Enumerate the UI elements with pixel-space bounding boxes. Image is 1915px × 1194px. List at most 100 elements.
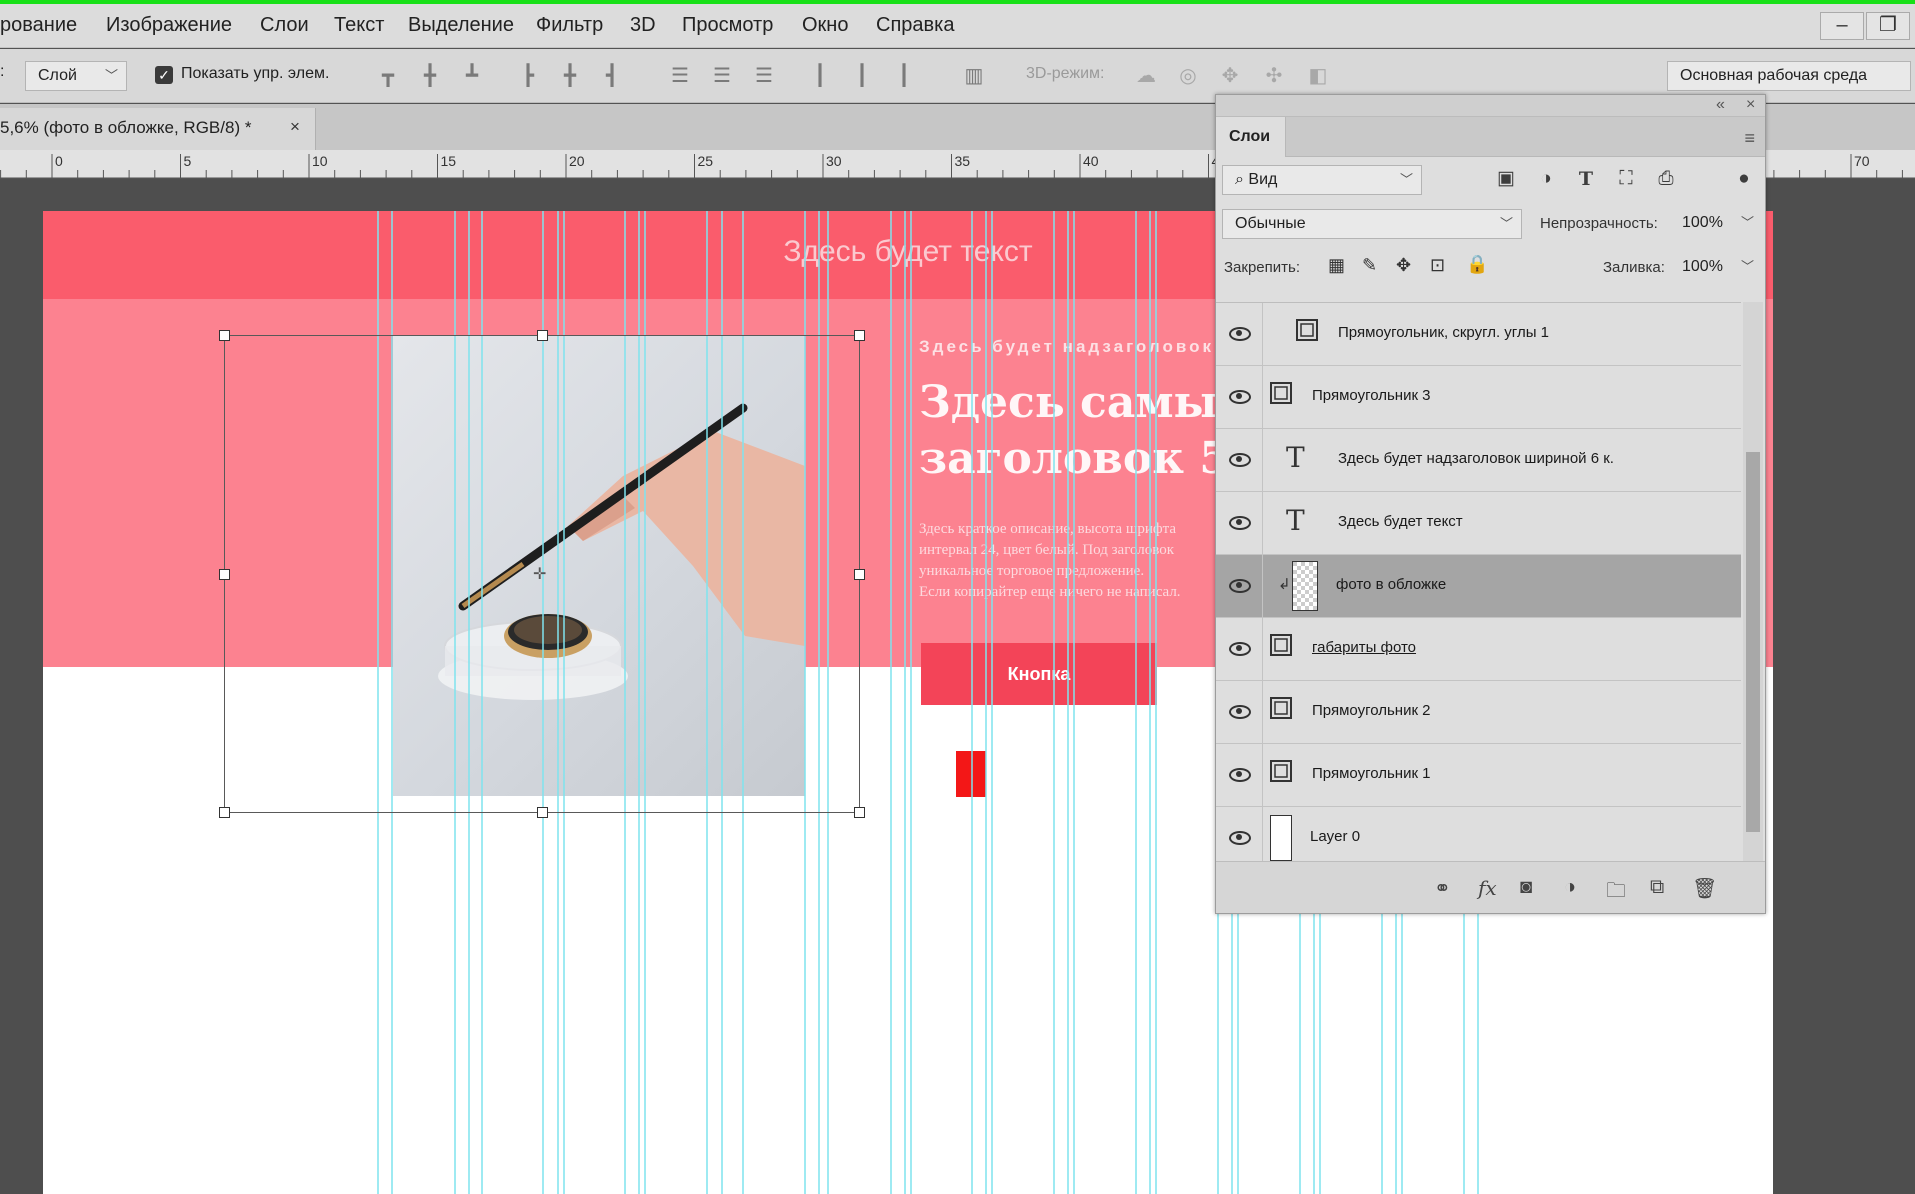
align-hcenter-icon[interactable]: ╋: [558, 64, 582, 88]
menu-help[interactable]: Справка: [876, 14, 954, 37]
lock-artboard-icon[interactable]: ⊡: [1430, 255, 1445, 276]
auto-align-icon[interactable]: ▥: [962, 64, 986, 88]
link-layers-icon[interactable]: ⚭: [1434, 876, 1451, 901]
auto-select-dropdown[interactable]: Слой ﹀: [25, 61, 127, 91]
eye-icon[interactable]: [1228, 324, 1251, 341]
workspace-dropdown[interactable]: Основная рабочая среда: [1667, 61, 1911, 91]
distribute-hcenter-icon[interactable]: ┃: [850, 64, 874, 88]
lock-image-icon[interactable]: ✎: [1362, 255, 1377, 276]
align-bottom-icon[interactable]: ┻: [460, 64, 484, 88]
layer-row[interactable]: Прямоугольник 2: [1216, 681, 1741, 744]
filter-shape-icon[interactable]: ⛶: [1614, 167, 1638, 191]
eye-icon[interactable]: [1228, 576, 1251, 593]
new-adjustment-icon[interactable]: ◑: [1564, 876, 1576, 899]
lock-transparency-icon[interactable]: ▦: [1328, 255, 1345, 276]
collapse-panel-icon[interactable]: «: [1716, 96, 1725, 114]
layer-name[interactable]: Прямоугольник 3: [1312, 387, 1431, 404]
filter-type-icon[interactable]: T: [1574, 167, 1598, 191]
distribute-top-icon[interactable]: ☰: [668, 64, 692, 88]
transform-handle-bottom-right[interactable]: [854, 807, 865, 818]
eye-icon[interactable]: [1228, 450, 1251, 467]
scale-3d-icon[interactable]: ◧: [1306, 64, 1330, 88]
eye-icon[interactable]: [1228, 702, 1251, 719]
layer-name[interactable]: Здесь будет надзаголовок шириной 6 к.: [1338, 450, 1614, 467]
layer-list-scrollbar[interactable]: [1743, 302, 1763, 861]
minimize-button[interactable]: –: [1820, 12, 1864, 40]
distribute-left-icon[interactable]: ┃: [808, 64, 832, 88]
transform-handle-top-right[interactable]: [854, 330, 865, 341]
align-top-icon[interactable]: ┳: [376, 64, 400, 88]
opacity-field[interactable]: 100% ﹀: [1678, 209, 1762, 239]
menu-view[interactable]: Просмотр: [682, 14, 773, 37]
drag-3d-icon[interactable]: ✥: [1218, 64, 1242, 88]
trash-icon[interactable]: 🗑: [1692, 876, 1717, 901]
banner-cta-button[interactable]: Кнопка: [921, 643, 1157, 705]
menu-layers[interactable]: Слои: [260, 14, 309, 37]
layer-row-selected[interactable]: ↲ фото в обложке: [1216, 555, 1741, 618]
eye-icon[interactable]: [1228, 387, 1251, 404]
align-left-icon[interactable]: ┣: [516, 64, 540, 88]
distribute-right-icon[interactable]: ┃: [892, 64, 916, 88]
align-right-icon[interactable]: ┫: [600, 64, 624, 88]
roll-3d-icon[interactable]: ◎: [1176, 64, 1200, 88]
eye-icon[interactable]: [1228, 639, 1251, 656]
filter-toggle-icon[interactable]: ●: [1732, 167, 1756, 191]
filter-adjustment-icon[interactable]: ◑: [1534, 167, 1558, 191]
menu-edit[interactable]: рование: [0, 14, 77, 37]
layer-row[interactable]: габариты фото: [1216, 618, 1741, 681]
layer-name[interactable]: Прямоугольник, скругл. углы 1: [1338, 324, 1549, 341]
fill-field[interactable]: 100% ﹀: [1678, 253, 1762, 283]
slide-3d-icon[interactable]: ✣: [1262, 64, 1286, 88]
blend-mode-dropdown[interactable]: Обычные ﹀: [1222, 209, 1522, 239]
align-vcenter-icon[interactable]: ╋: [418, 64, 442, 88]
filter-smart-object-icon[interactable]: ⎙: [1654, 167, 1678, 191]
layer-row[interactable]: T Здесь будет текст: [1216, 492, 1741, 555]
new-layer-icon[interactable]: ⧉: [1650, 876, 1664, 899]
show-controls-checkbox[interactable]: ✓: [155, 66, 173, 84]
orbit-3d-icon[interactable]: ☁: [1134, 64, 1158, 88]
lock-position-icon[interactable]: ✥: [1396, 255, 1411, 276]
restore-button[interactable]: ❐: [1866, 12, 1910, 40]
scrollbar-thumb[interactable]: [1746, 452, 1760, 832]
menu-image[interactable]: Изображение: [106, 14, 232, 37]
layer-row[interactable]: Прямоугольник 3: [1216, 366, 1741, 429]
layer-name[interactable]: Layer 0: [1310, 828, 1360, 845]
layer-name[interactable]: Прямоугольник 1: [1312, 765, 1431, 782]
new-group-icon[interactable]: 🗀: [1606, 876, 1626, 910]
close-panel-icon[interactable]: ×: [1746, 96, 1755, 114]
menu-3d[interactable]: 3D: [630, 14, 656, 37]
add-mask-icon[interactable]: ◙: [1520, 876, 1532, 899]
layer-name[interactable]: габариты фото: [1312, 639, 1416, 656]
layer-name[interactable]: Здесь будет текст: [1338, 513, 1463, 530]
transform-handle-bottom-left[interactable]: [219, 807, 230, 818]
distribute-vcenter-icon[interactable]: ☰: [710, 64, 734, 88]
panel-menu-icon[interactable]: ≡: [1744, 128, 1755, 149]
menu-type[interactable]: Текст: [334, 14, 384, 37]
menu-select[interactable]: Выделение: [408, 14, 514, 37]
layers-bottom-toolbar: ⚭ fx ◙ ◑ 🗀 ⧉ 🗑: [1216, 861, 1765, 913]
layer-name[interactable]: Прямоугольник 2: [1312, 702, 1431, 719]
filter-kind-dropdown[interactable]: ⌕ Вид ﹀: [1222, 165, 1422, 195]
layer-style-fx-icon[interactable]: fx: [1478, 876, 1497, 900]
close-icon[interactable]: ×: [290, 117, 300, 137]
lock-all-icon[interactable]: 🔒: [1466, 254, 1488, 275]
transform-handle-left[interactable]: [219, 569, 230, 580]
distribute-bottom-icon[interactable]: ☰: [752, 64, 776, 88]
transform-handle-bottom[interactable]: [537, 807, 548, 818]
menu-filter[interactable]: Фильтр: [536, 14, 603, 37]
document-tab[interactable]: 5,6% (фото в обложке, RGB/8) * ×: [0, 108, 316, 150]
transform-center-icon[interactable]: ✛: [533, 564, 546, 584]
menu-window[interactable]: Окно: [802, 14, 848, 37]
transform-handle-top-left[interactable]: [219, 330, 230, 341]
layer-row[interactable]: Прямоугольник 1: [1216, 744, 1741, 807]
eye-icon[interactable]: [1228, 765, 1251, 782]
tab-layers[interactable]: Слои: [1216, 117, 1286, 157]
transform-handle-top[interactable]: [537, 330, 548, 341]
layer-name[interactable]: фото в обложке: [1336, 576, 1446, 593]
filter-pixel-icon[interactable]: ▣: [1494, 167, 1518, 191]
layer-row[interactable]: Прямоугольник, скругл. углы 1: [1216, 303, 1741, 366]
transform-handle-right[interactable]: [854, 569, 865, 580]
layer-row[interactable]: T Здесь будет надзаголовок шириной 6 к.: [1216, 429, 1741, 492]
eye-icon[interactable]: [1228, 513, 1251, 530]
eye-icon[interactable]: [1228, 828, 1251, 845]
